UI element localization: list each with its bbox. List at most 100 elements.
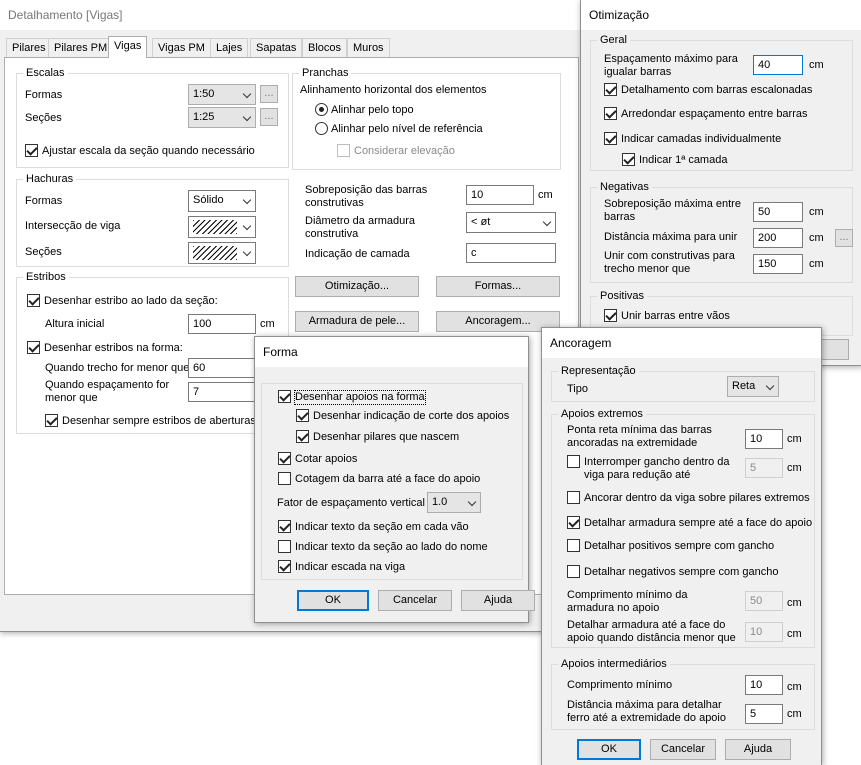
indicacao-input[interactable] <box>466 243 556 263</box>
tab-pilares[interactable]: Pilares <box>6 38 52 57</box>
texto-vao-checkbox[interactable] <box>278 520 291 533</box>
escalas-title: Escalas <box>23 66 68 80</box>
escala-formas-select[interactable]: 1:50 <box>188 84 256 105</box>
tab-pilares-pm[interactable]: Pilares PM <box>48 38 114 57</box>
fator-espacamento-select[interactable]: 1.0 <box>427 492 481 513</box>
trecho-menor-input[interactable] <box>188 358 256 378</box>
sobreposicao-maxima-label: Sobreposição máxima entre barras <box>604 198 741 223</box>
hachura-formas-select[interactable]: Sólido <box>188 190 256 212</box>
tab-vigas[interactable]: Vigas <box>108 36 148 58</box>
desenhar-apoios-checkbox[interactable] <box>278 390 291 403</box>
trecho-menor-label: Quando trecho for menor que <box>45 362 190 374</box>
tab-muros[interactable]: Muros <box>347 38 390 57</box>
cotagem-face-checkbox[interactable] <box>278 472 291 485</box>
desenhar-estribo-lado-label: Desenhar estribo ao lado da seção: <box>44 295 218 307</box>
altura-inicial-label: Altura inicial <box>45 318 105 330</box>
tipo-label: Tipo <box>567 383 588 395</box>
pilares-nascem-label: Desenhar pilares que nascem <box>313 431 460 443</box>
distancia-face-input[interactable] <box>745 622 783 642</box>
alinhar-nivel-radio[interactable] <box>315 122 328 135</box>
ponta-reta-input[interactable] <box>745 429 783 449</box>
chevron-down-icon <box>242 247 252 257</box>
sobreposicao-maxima-input[interactable] <box>753 202 803 222</box>
ancorar-pilares-checkbox[interactable] <box>567 491 580 504</box>
comprimento-minimo-input[interactable] <box>745 675 783 695</box>
primeira-camada-checkbox[interactable] <box>622 153 635 166</box>
desenhar-estribos-forma-checkbox[interactable] <box>27 341 40 354</box>
interromper-gancho-input[interactable] <box>745 458 783 478</box>
alinhar-topo-radio[interactable] <box>315 103 328 116</box>
tipo-select[interactable]: Reta <box>727 376 779 397</box>
escala-formas-ellipsis-button[interactable]: ... <box>260 85 278 103</box>
distancia-ellipsis-button[interactable]: ... <box>835 229 853 247</box>
hachura-secoes-select[interactable] <box>188 242 256 264</box>
texto-nome-label: Indicar texto da seção ao lado do nome <box>295 541 488 553</box>
detalhar-face-checkbox[interactable] <box>567 516 580 529</box>
distancia-unir-input[interactable] <box>753 228 803 248</box>
interromper-gancho-checkbox[interactable] <box>567 455 580 468</box>
tab-blocos[interactable]: Blocos <box>302 38 348 57</box>
estribos-title: Estribos <box>23 270 69 284</box>
positivos-gancho-checkbox[interactable] <box>567 539 580 552</box>
arredondar-checkbox[interactable] <box>604 107 617 120</box>
estribos-aberturas-label: Desenhar sempre estribos de aberturas <box>62 415 256 427</box>
negativas-title: Negativas <box>597 180 652 194</box>
distancia-maxima-input[interactable] <box>745 704 783 724</box>
unir-construtivas-input[interactable] <box>753 254 803 274</box>
escala-secoes-select[interactable]: 1:25 <box>188 107 256 128</box>
tab-lajes[interactable]: Lajes <box>210 38 249 57</box>
tab-sapatas[interactable]: Sapatas <box>250 38 303 57</box>
camadas-checkbox[interactable] <box>604 132 617 145</box>
escala-secoes-ellipsis-button[interactable]: ... <box>260 108 278 126</box>
distancia-maxima-unit: cm <box>787 708 802 720</box>
cotar-apoios-checkbox[interactable] <box>278 452 291 465</box>
indicacao-corte-checkbox[interactable] <box>296 409 309 422</box>
altura-inicial-unit: cm <box>260 318 275 330</box>
escalonadas-checkbox[interactable] <box>604 83 617 96</box>
sobreposicao-input[interactable] <box>466 185 534 205</box>
comprimento-minimo-armadura-input[interactable] <box>745 591 783 611</box>
group-estribos: Estribos Desenhar estribo ao lado da seç… <box>16 270 289 434</box>
negativos-gancho-label: Detalhar negativos sempre com gancho <box>584 566 779 578</box>
cotar-apoios-label: Cotar apoios <box>295 453 358 465</box>
desenhar-estribo-lado-checkbox[interactable] <box>27 294 40 307</box>
considerar-elevacao-checkbox[interactable] <box>337 144 350 157</box>
ancoragem-cancelar-button[interactable]: Cancelar <box>650 739 716 760</box>
ajustar-escala-label: Ajustar escala da seção quando necessári… <box>42 145 255 157</box>
estribos-aberturas-checkbox[interactable] <box>45 414 58 427</box>
negativos-gancho-checkbox[interactable] <box>567 565 580 578</box>
tab-vigas-pm[interactable]: Vigas PM <box>152 38 211 57</box>
pilares-nascem-checkbox[interactable] <box>296 430 309 443</box>
formas-button[interactable]: Formas... <box>436 276 560 297</box>
ancoragem-ok-button[interactable]: OK <box>577 739 641 760</box>
distancia-unir-label: Distância máxima para unir <box>604 231 738 243</box>
group-apoios-extremos: Apoios extremos Ponta reta mínima das ba… <box>551 407 815 648</box>
otimizacao-button[interactable]: Otimização... <box>295 276 419 297</box>
forma-ok-button[interactable]: OK <box>297 590 369 611</box>
fator-espacamento-value: 1.0 <box>432 496 448 508</box>
texto-vao-label: Indicar texto da seção em cada vão <box>295 521 469 533</box>
ancoragem-ajuda-button[interactable]: Ajuda <box>725 739 791 760</box>
chevron-down-icon <box>242 89 252 99</box>
hachura-intersecao-select[interactable] <box>188 216 256 238</box>
group-geral: Geral Espaçamento máximo para igualar ba… <box>590 33 853 171</box>
detalhar-face-label: Detalhar armadura sempre até a face do a… <box>584 517 813 529</box>
comprimento-minimo-armadura-label: Comprimento mínimo da armadura no apoio <box>567 589 688 614</box>
ajustar-escala-checkbox[interactable] <box>25 144 38 157</box>
unir-vaos-checkbox[interactable] <box>604 309 617 322</box>
armadura-pele-button[interactable]: Armadura de pele... <box>295 311 419 332</box>
esp-maximo-input[interactable] <box>753 55 803 75</box>
diametro-select[interactable]: < øt <box>466 212 556 233</box>
cotagem-face-label: Cotagem da barra até a face do apoio <box>295 473 481 485</box>
alinhar-nivel-label: Alinhar pelo nível de referência <box>331 123 483 135</box>
escada-viga-checkbox[interactable] <box>278 560 291 573</box>
desenhar-estribos-forma-label: Desenhar estribos na forma: <box>44 342 183 354</box>
escada-viga-label: Indicar escada na viga <box>295 561 406 573</box>
texto-nome-checkbox[interactable] <box>278 540 291 553</box>
espacamento-menor-input[interactable] <box>188 382 256 402</box>
interromper-gancho-unit: cm <box>787 462 802 474</box>
forma-ajuda-button[interactable]: Ajuda <box>461 590 535 611</box>
altura-inicial-input[interactable] <box>188 314 256 334</box>
forma-cancelar-button[interactable]: Cancelar <box>378 590 452 611</box>
otimizacao-hidden-button[interactable] <box>821 339 849 360</box>
